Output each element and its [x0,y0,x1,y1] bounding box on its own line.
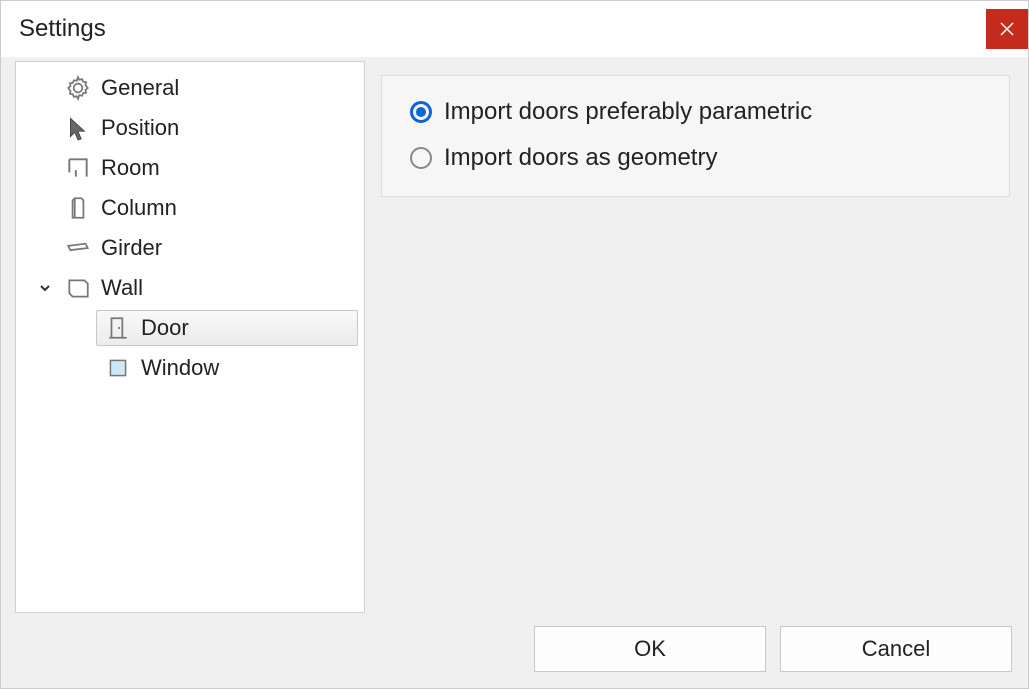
sidebar-item-room[interactable]: Room [16,148,364,188]
sidebar-item-wall[interactable]: Wall [16,268,364,308]
door-icon [101,315,135,341]
sidebar-item-label: Position [95,115,353,141]
settings-dialog: Settings General [0,0,1029,689]
window-icon [101,355,135,381]
radio-label: Import doors preferably parametric [444,98,812,126]
girder-icon [61,235,95,261]
close-button[interactable] [986,9,1028,49]
radio-import-parametric[interactable]: Import doors preferably parametric [410,98,981,126]
close-icon [1000,22,1014,36]
window-title: Settings [19,15,106,43]
ok-button[interactable]: OK [534,626,766,672]
radio-icon [410,147,432,169]
sidebar-tree: General Position Room [15,61,365,613]
sidebar-item-label: Wall [95,275,353,301]
chevron-down-icon[interactable] [34,281,56,295]
cancel-button[interactable]: Cancel [780,626,1012,672]
sidebar-item-label: Door [135,315,353,341]
titlebar: Settings [1,1,1028,57]
sidebar-item-door[interactable]: Door [16,308,364,348]
wall-icon [61,275,95,301]
sidebar-item-label: Window [135,355,353,381]
sidebar-item-label: Column [95,195,353,221]
sidebar-item-label: Girder [95,235,353,261]
gear-icon [61,75,95,101]
column-icon [61,195,95,221]
sidebar-item-general[interactable]: General [16,68,364,108]
sidebar-item-column[interactable]: Column [16,188,364,228]
sidebar-item-label: General [95,75,353,101]
cursor-icon [61,115,95,141]
sidebar-item-girder[interactable]: Girder [16,228,364,268]
radio-import-geometry[interactable]: Import doors as geometry [410,144,981,172]
options-panel: Import doors preferably parametric Impor… [381,75,1010,197]
sidebar-item-label: Room [95,155,353,181]
dialog-footer: OK Cancel [1,614,1028,688]
radio-icon [410,101,432,123]
sidebar-item-position[interactable]: Position [16,108,364,148]
content-pane: Import doors preferably parametric Impor… [365,57,1028,614]
dialog-body: General Position Room [1,57,1028,614]
radio-label: Import doors as geometry [444,144,717,172]
room-icon [61,155,95,181]
sidebar-item-window[interactable]: Window [16,348,364,388]
